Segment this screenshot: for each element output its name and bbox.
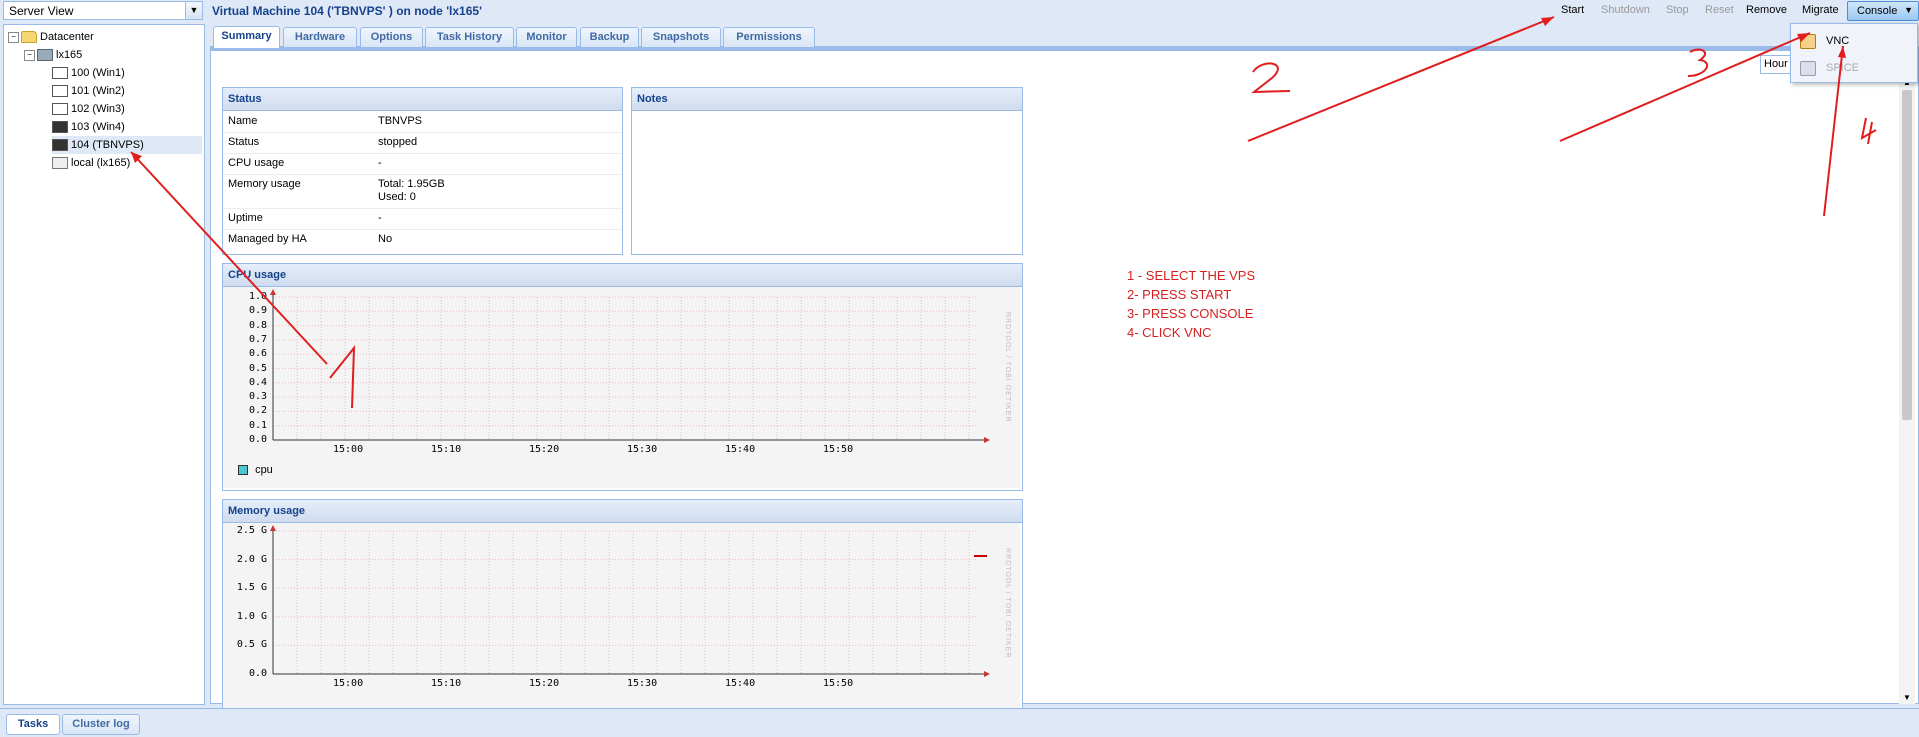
handwritten-4 <box>1860 117 1877 145</box>
handwritten-3 <box>1687 48 1709 77</box>
handwritten-2 <box>1250 62 1291 94</box>
arrow-head <box>1797 33 1810 42</box>
arrow-head <box>1541 17 1554 26</box>
annotation-arrow <box>1559 32 1811 142</box>
handwritten-1 <box>329 345 356 409</box>
tab-cluster-log[interactable]: Cluster log <box>62 714 140 735</box>
bottom-panel: Tasks Cluster log <box>0 708 1919 737</box>
tab-tasks[interactable]: Tasks <box>6 714 60 735</box>
annotation-arrow <box>130 151 328 365</box>
annotation-overlay <box>130 16 1877 409</box>
annotation-arrow <box>1247 16 1555 142</box>
annotation-arrow <box>1823 45 1844 217</box>
